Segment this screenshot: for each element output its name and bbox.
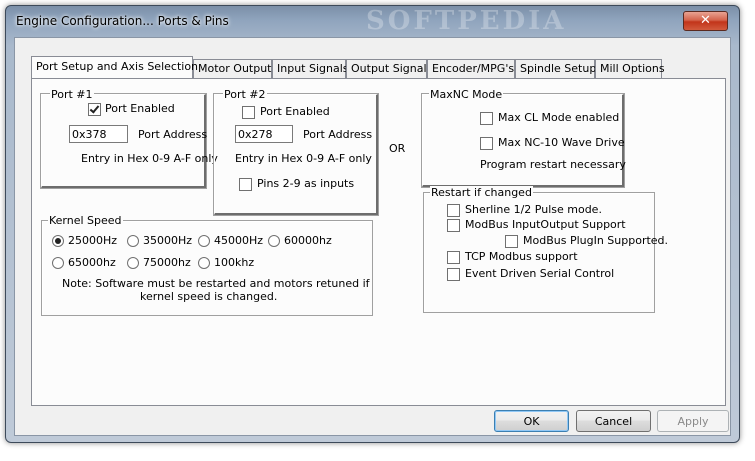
cancel-button[interactable]: Cancel: [576, 410, 651, 432]
close-button[interactable]: ✕: [683, 11, 728, 31]
kernel-label-25000: 25000Hz: [68, 234, 118, 247]
port2-pins-label: Pins 2-9 as inputs: [257, 177, 355, 190]
tab-output-signals[interactable]: Output Signals: [346, 59, 432, 78]
maxnc-group: MaxNC Mode Max CL Mode enabled Max NC-10…: [421, 88, 626, 188]
port2-legend: Port #2: [223, 88, 267, 101]
tab-input-signals[interactable]: Input Signals: [272, 59, 349, 78]
tab-port-setup[interactable]: Port Setup and Axis Selection: [31, 56, 198, 78]
dialog-client: Port Setup and Axis Selection Motor Outp…: [14, 37, 731, 436]
kernel-radio-60000[interactable]: [268, 235, 280, 247]
port1-enabled-label: Port Enabled: [105, 102, 175, 115]
window-title: Engine Configuration... Ports & Pins: [16, 14, 229, 28]
maxnc-nc10-label: Max NC-10 Wave Drive: [498, 136, 625, 149]
port1-legend: Port #1: [50, 88, 94, 101]
port2-enabled-checkbox[interactable]: [242, 106, 255, 119]
restart-group: Restart if changed Sherline 1/2 Pulse mo…: [423, 186, 668, 313]
kernel-radio-75000[interactable]: [127, 257, 139, 269]
sherline-checkbox[interactable]: [447, 204, 460, 217]
modbus-io-checkbox[interactable]: [447, 219, 460, 232]
kernel-radio-45000[interactable]: [198, 235, 210, 247]
tab-mill-options[interactable]: Mill Options: [595, 59, 665, 78]
port2-pins-checkbox[interactable]: [239, 178, 252, 191]
tcp-modbus-checkbox[interactable]: [447, 251, 460, 264]
dialog-window: Engine Configuration... Ports & Pins SOF…: [5, 5, 740, 443]
kernel-label-65000: 65000hz: [68, 256, 116, 269]
ok-button[interactable]: OK: [494, 410, 569, 432]
kernel-note-line2: kernel speed is changed.: [140, 290, 278, 303]
port1-hint: Entry in Hex 0-9 A-F only: [81, 152, 218, 165]
kernel-speed-legend: Kernel Speed: [48, 214, 123, 227]
port1-address-input[interactable]: 0x378: [69, 125, 128, 143]
kernel-note-line1: Note: Software must be restarted and mot…: [62, 277, 370, 290]
kernel-label-75000: 75000hz: [143, 256, 191, 269]
kernel-label-100k: 100khz: [214, 256, 255, 269]
sherline-label: Sherline 1/2 Pulse mode.: [465, 203, 602, 216]
port2-group: Port #2 Port Enabled 0x278 Port Address …: [213, 88, 379, 216]
port2-address-label: Port Address: [303, 128, 373, 141]
apply-button[interactable]: Apply: [657, 410, 729, 432]
tab-panel: Port #1 Port Enabled 0x378 Port Address …: [31, 78, 726, 406]
kernel-speed-group: Kernel Speed 25000Hz 35000Hz 45000Hz 600…: [41, 214, 373, 316]
kernel-radio-65000[interactable]: [52, 257, 64, 269]
kernel-radio-25000[interactable]: [52, 235, 64, 247]
kernel-label-45000: 45000Hz: [214, 234, 264, 247]
watermark: SOFTPEDIA: [366, 6, 567, 36]
tab-encoder-mpg[interactable]: Encoder/MPG's: [427, 59, 515, 78]
maxnc-nc10-checkbox[interactable]: [480, 137, 493, 150]
event-serial-checkbox[interactable]: [447, 268, 460, 281]
tab-motor-outputs[interactable]: Motor Outputs: [193, 59, 277, 78]
maxnc-note: Program restart necessary: [480, 158, 626, 171]
modbus-plugin-checkbox[interactable]: [505, 235, 518, 248]
kernel-radio-100k[interactable]: [198, 257, 210, 269]
port2-address-input[interactable]: 0x278: [235, 125, 293, 143]
port1-enabled-checkbox[interactable]: [88, 103, 101, 116]
maxnc-legend: MaxNC Mode: [429, 88, 504, 101]
port2-hint: Entry in Hex 0-9 A-F only: [235, 152, 372, 165]
restart-legend: Restart if changed: [430, 186, 533, 199]
maxnc-cl-label: Max CL Mode enabled: [498, 111, 620, 124]
port2-enabled-label: Port Enabled: [260, 105, 330, 118]
tab-spindle-setup[interactable]: Spindle Setup: [515, 59, 596, 78]
tcp-modbus-label: TCP Modbus support: [465, 250, 578, 263]
modbus-io-label: ModBus InputOutput Support: [465, 218, 626, 231]
event-serial-label: Event Driven Serial Control: [465, 267, 615, 280]
maxnc-cl-checkbox[interactable]: [480, 112, 493, 125]
title-bar[interactable]: Engine Configuration... Ports & Pins SOF…: [6, 6, 739, 36]
port1-address-label: Port Address: [138, 128, 208, 141]
kernel-radio-35000[interactable]: [127, 235, 139, 247]
kernel-label-60000: 60000hz: [284, 234, 332, 247]
port1-group: Port #1 Port Enabled 0x378 Port Address …: [40, 88, 218, 189]
or-label: OR: [389, 142, 406, 155]
modbus-plugin-label: ModBus PlugIn Supported.: [523, 234, 669, 247]
kernel-label-35000: 35000Hz: [143, 234, 193, 247]
